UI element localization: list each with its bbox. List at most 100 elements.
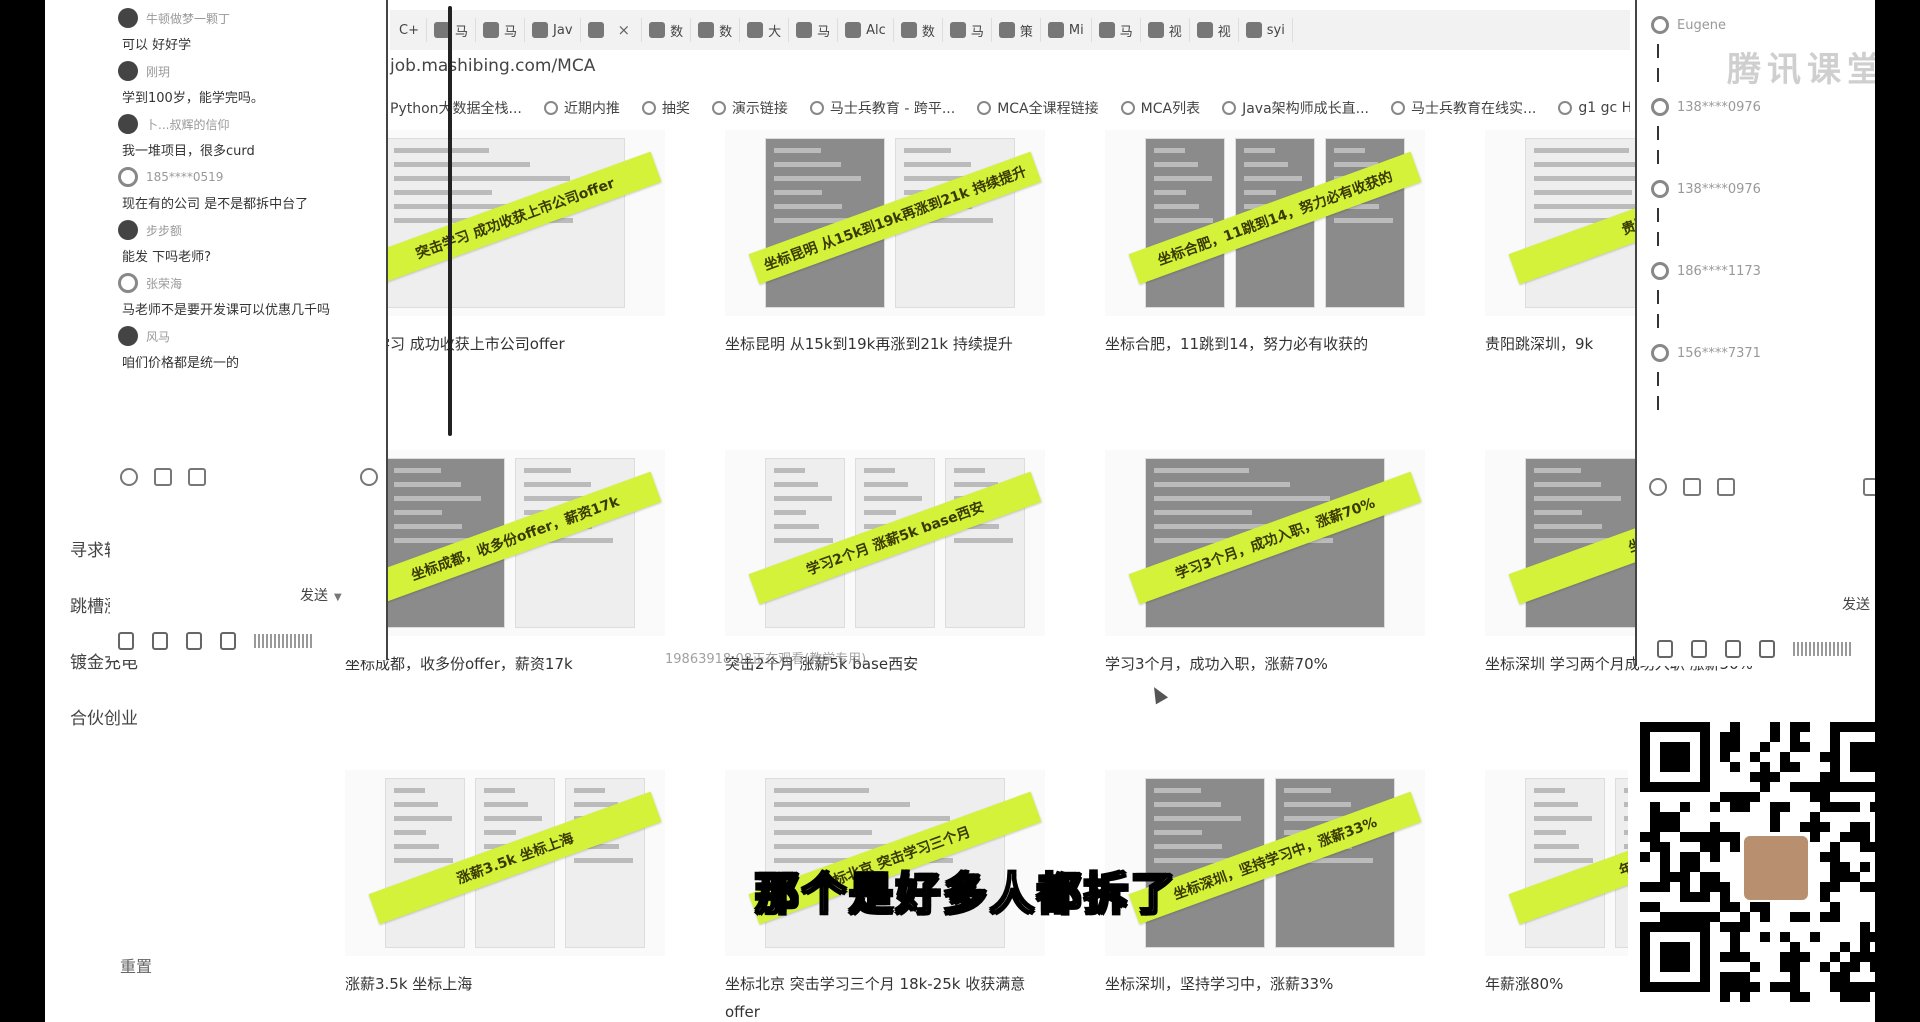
sender-name: Eugene [1677, 17, 1726, 33]
music-icon[interactable] [186, 632, 202, 650]
speaker-icon[interactable] [1691, 640, 1707, 658]
bookmark-item[interactable]: 演示链接 [711, 96, 788, 120]
chat-sender: 138****0976 [1651, 98, 1875, 116]
reset-button[interactable]: 重置 [120, 953, 152, 977]
bookmark-icon [711, 101, 726, 115]
bookmark-icon [641, 101, 656, 115]
tab-label: 数 [921, 24, 935, 40]
browser-tab[interactable]: Mi [1041, 18, 1092, 42]
testimonial-screenshot: 学习3个月，成功入职，涨薪70% [1105, 450, 1425, 636]
bookmark-label: 抽奖 [661, 101, 690, 117]
browser-tab[interactable]: 数 [691, 18, 741, 42]
scissors-icon[interactable] [154, 468, 172, 486]
bookmark-item[interactable]: g1 gc Hu [1558, 96, 1630, 120]
bookmark-item[interactable]: Python大数据全栈... [390, 96, 522, 120]
scissors-icon[interactable] [1683, 478, 1701, 496]
tab-favicon-icon [1245, 22, 1262, 38]
chat-message: 185****0519 现在有的公司 是不是都拆中台了 [110, 159, 386, 212]
screen: C+ 马 马 Jav × 数 数 大 马 Alc 数 马 策 Mi 马 视 视 syi job.mashibing… [45, 0, 1875, 1022]
sender-name: 138****0976 [1677, 99, 1761, 115]
gift-icon[interactable] [1863, 478, 1875, 496]
avatar [1651, 262, 1669, 280]
testimonial-caption: 学习3个月，成功入职，涨薪70% [1105, 655, 1328, 673]
menu-item-partner[interactable]: 合伙创业 [70, 704, 138, 729]
browser-tab[interactable]: 视 [1190, 18, 1239, 42]
settings-icon[interactable] [360, 468, 378, 486]
testimonial-card[interactable]: 学习3个月，成功入职，涨薪70% 学习3个月，成功入职，涨薪70% [1105, 450, 1425, 678]
microphone-icon[interactable] [1657, 640, 1673, 658]
bookmark-item[interactable]: 马士兵教育在线实... [1391, 96, 1536, 120]
bookmark-icon [1558, 101, 1573, 115]
audio-level-meter [254, 634, 314, 648]
bookmark-item[interactable]: 近期内推 [543, 96, 620, 120]
microphone-icon[interactable] [118, 632, 134, 650]
chevron-down-icon[interactable]: ▼ [334, 592, 342, 603]
send-button[interactable]: 发送▼ [300, 585, 342, 605]
emoji-icon[interactable] [120, 468, 138, 486]
send-label: 发送 [1842, 597, 1870, 613]
image-icon[interactable] [188, 468, 206, 486]
browser-tab[interactable]: 视 [1141, 18, 1190, 42]
camera-icon[interactable] [1759, 640, 1775, 658]
chat-message: 步步额 能发 下吗老师? [110, 212, 386, 265]
testimonial-caption: 涨薪3.5k 坐标上海 [345, 975, 473, 993]
bookmark-item[interactable]: 抽奖 [641, 96, 690, 120]
chat-sender: 138****0976 [1651, 180, 1875, 198]
send-button[interactable]: 发送▼ [1842, 594, 1875, 614]
chat-panel-left: 牛顿做梦一颗丁 可以 好好学 刚玥 学到100岁，能学完吗。 卜...叔辉的信仰 我一堆项… [110, 0, 452, 660]
tab-close-icon[interactable]: × [614, 21, 635, 39]
chat-sender: 步步额 [118, 220, 376, 240]
browser-tab[interactable]: 马 [476, 18, 526, 42]
browser-tab[interactable]: Jav [525, 18, 581, 42]
tab-favicon-icon [532, 22, 549, 38]
browser-tab[interactable]: Alc [838, 18, 894, 42]
address-bar[interactable]: job.mashibing.com/MCA [390, 56, 595, 82]
speaker-icon[interactable] [152, 632, 168, 650]
browser-tab[interactable]: 大 [740, 18, 790, 42]
audio-level-meter [1793, 642, 1853, 656]
message-text: 学到100岁，能学完吗。 [122, 91, 264, 106]
testimonial-card[interactable]: 坐标成都，收多份offer，薪资17k 坐标成都，收多份offer，薪资17k [345, 450, 665, 678]
bookmark-label: 马士兵教育在线实... [1411, 101, 1537, 117]
camera-icon[interactable] [220, 632, 236, 650]
chat-scrollbar[interactable] [448, 6, 452, 436]
chat-toolbar-right [1649, 478, 1875, 496]
browser-tab[interactable]: 策 [992, 18, 1041, 42]
avatar [1651, 16, 1669, 34]
avatar [118, 114, 138, 134]
browser-tab[interactable]: syi [1239, 18, 1293, 42]
bookmark-item[interactable]: MCA列表 [1120, 96, 1200, 120]
testimonial-caption: 坐标昆明 从15k到19k再涨到21k 持续提升 [725, 335, 1013, 353]
message-text: 我一堆项目，很多curd [122, 144, 255, 159]
browser-tab[interactable]: 马 [789, 18, 839, 42]
testimonial-card[interactable]: 坐标合肥，11跳到14，努力必有收获的 坐标合肥，11跳到14，努力必有收获的 [1105, 130, 1425, 358]
emoji-icon[interactable] [1649, 478, 1667, 496]
chat-sender: Eugene [1651, 16, 1875, 34]
sender-name: 牛顿做梦一颗丁 [146, 11, 231, 26]
bookmark-item[interactable]: Java架构师成长直... [1222, 96, 1369, 120]
browser-tab[interactable]: × [581, 18, 643, 42]
image-icon[interactable] [1717, 478, 1735, 496]
avatar [1651, 344, 1669, 362]
browser-tab[interactable]: 数 [894, 18, 943, 42]
chat-panel-right: Eugene 138****0976 138****0976 186****1173 1… [1635, 0, 1875, 666]
testimonial-card[interactable]: 学习2个月 涨薪5k base西安 突击2个月 涨薪5k base西安 [725, 450, 1045, 678]
stream-watermark: 19863918:08正在观看(教学专用) [665, 652, 867, 667]
testimonial-card[interactable]: 坐标昆明 从15k到19k再涨到21k 持续提升 坐标昆明 从15k到19k再涨到… [725, 130, 1045, 358]
bookmark-item[interactable]: MCA全课程链接 [977, 96, 1099, 120]
tab-label: 策 [1019, 24, 1033, 40]
chat-message: 138****0976 [1637, 164, 1875, 246]
browser-tab[interactable]: 马 [1092, 18, 1141, 42]
browser-tab[interactable]: C+ [392, 18, 427, 42]
browser-tab[interactable]: 数 [642, 18, 692, 42]
music-icon[interactable] [1725, 640, 1741, 658]
bookmark-item[interactable]: 马士兵教育 - 跨平... [809, 96, 955, 120]
chat-sender: 卜...叔辉的信仰 [118, 114, 376, 134]
chat-sender: 刚玥 [118, 61, 376, 81]
tab-label: 大 [768, 24, 782, 40]
testimonial-card[interactable]: 涨薪3.5k 坐标上海 涨薪3.5k 坐标上海 [345, 770, 665, 998]
bookmark-label: g1 gc Hu [1578, 100, 1630, 116]
browser-tab[interactable]: 马 [943, 18, 992, 42]
tab-favicon-icon [1047, 22, 1064, 38]
testimonial-card[interactable]: 突击学习 成功收获上市公司offer 突击学习 成功收获上市公司offer [345, 130, 665, 358]
